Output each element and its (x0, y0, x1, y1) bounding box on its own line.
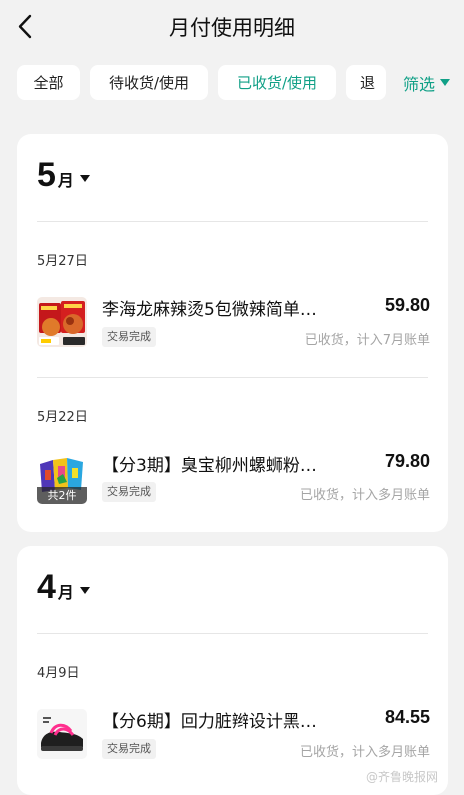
billing-status: 已收货，计入7月账单 (304, 333, 430, 348)
caret-down-icon (79, 174, 90, 182)
month-card-may: 5 月 5月27日 李海龙麻辣烫5包微辣简单… 59.80 交易完成 已收货，计… (17, 134, 448, 532)
order-status-tag: 交易完成 (102, 482, 156, 502)
noodle-package-image (37, 297, 87, 347)
billing-status: 已收货，计入多月账单 (299, 745, 430, 760)
transaction-date: 5月27日 (37, 254, 88, 269)
watermark: @齐鲁晚报网 (366, 770, 439, 784)
month-number: 4 (37, 568, 56, 606)
tab-refund[interactable]: 退 (346, 65, 386, 100)
caret-down-icon (79, 586, 90, 594)
header: 月付使用明细 (0, 0, 464, 56)
caret-down-icon (440, 79, 451, 86)
transaction-amount: 59.80 (384, 295, 430, 315)
tab-all[interactable]: 全部 (17, 65, 80, 100)
transaction-amount: 84.55 (384, 707, 430, 727)
order-status-tag: 交易完成 (102, 739, 156, 759)
month-card-april: 4 月 4月9日 【分6期】回力脏辫设计黑… 84.55 交易完成 已收货，计入… (17, 546, 448, 795)
product-thumbnail[interactable] (37, 297, 87, 347)
product-thumbnail[interactable]: 共2件 (37, 454, 87, 504)
order-status-tag: 交易完成 (102, 327, 156, 347)
page-title: 月付使用明细 (169, 16, 295, 40)
month-unit: 月 (57, 171, 74, 190)
item-count-badge: 共2件 (37, 487, 87, 504)
transaction-date: 4月9日 (37, 666, 80, 681)
product-thumbnail[interactable] (37, 709, 87, 759)
divider (37, 377, 428, 378)
transaction-date: 5月22日 (37, 410, 88, 425)
product-name[interactable]: 【分6期】回力脏辫设计黑… (102, 707, 360, 732)
month-number: 5 (37, 156, 56, 194)
tab-received[interactable]: 已收货/使用 (218, 65, 336, 100)
filter-tab-bar: 全部 待收货/使用 已收货/使用 退 筛选 (0, 63, 464, 103)
month-selector[interactable]: 5 月 (37, 156, 90, 200)
shoe-image (37, 709, 87, 759)
product-name[interactable]: 【分3期】臭宝柳州螺蛳粉… (102, 451, 360, 476)
transaction-amount: 79.80 (384, 451, 430, 471)
filter-label: 筛选 (403, 74, 436, 94)
filter-button[interactable]: 筛选 (394, 65, 464, 100)
divider (37, 633, 428, 634)
billing-status: 已收货，计入多月账单 (299, 488, 430, 503)
tab-pending-receipt[interactable]: 待收货/使用 (90, 65, 208, 100)
divider (37, 221, 428, 222)
month-selector[interactable]: 4 月 (37, 568, 90, 612)
month-unit: 月 (57, 583, 74, 602)
product-name[interactable]: 李海龙麻辣烫5包微辣简单… (102, 295, 360, 320)
